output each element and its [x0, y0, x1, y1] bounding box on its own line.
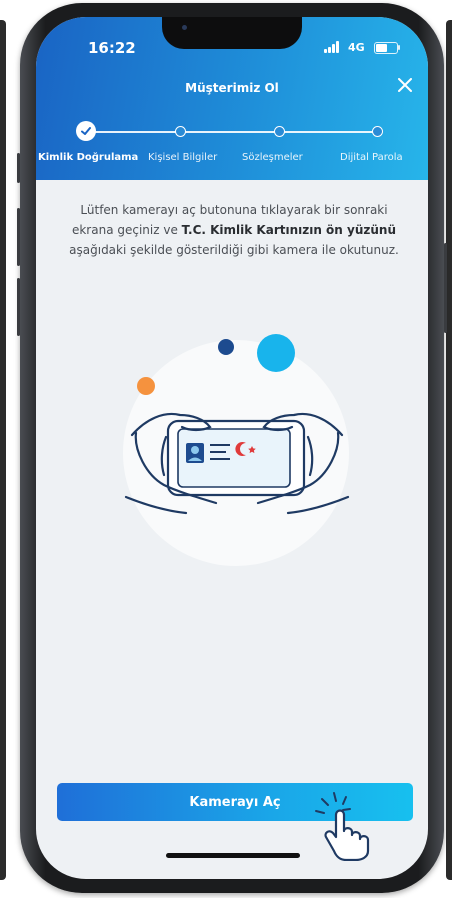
camera-id-illustration	[123, 334, 350, 566]
check-icon	[81, 127, 91, 135]
step-1-indicator	[76, 121, 96, 141]
step-label-kisisel: Kişisel Bilgiler	[148, 152, 218, 163]
power-button	[444, 243, 447, 333]
volume-down-button	[17, 278, 20, 336]
step-label-sozlesmeler: Sözleşmeler	[242, 152, 303, 163]
decor-dot-cyan	[257, 334, 295, 372]
step-3-indicator	[274, 126, 285, 137]
instruction-bold: T.C. Kimlik Kartınızın ön yüzünü	[181, 223, 397, 237]
header: 16:22 4G Müşterimiz Ol Kimlik Doğrulama …	[36, 17, 428, 180]
battery-icon	[374, 42, 398, 54]
volume-up-button	[17, 208, 20, 266]
instruction-part-2: aşağıdaki şekilde gösterildiği gibi kame…	[69, 243, 399, 257]
step-label-parola: Dijital Parola	[340, 152, 403, 163]
battery-cap	[398, 45, 400, 50]
adjacent-phone-edge-right	[446, 20, 452, 880]
status-time: 16:22	[88, 39, 136, 57]
tap-hand-icon	[315, 792, 370, 861]
network-type: 4G	[348, 41, 365, 54]
mute-switch	[17, 153, 20, 183]
home-indicator[interactable]	[166, 853, 300, 858]
instruction-text: Lütfen kamerayı aç butonuna tıklayarak b…	[58, 200, 410, 260]
phone-screen: 16:22 4G Müşterimiz Ol Kimlik Doğrulama …	[36, 17, 428, 879]
step-2-indicator	[175, 126, 186, 137]
decor-dot-navy	[218, 339, 234, 355]
stepper-line	[88, 131, 377, 133]
step-label-kimlik: Kimlik Doğrulama	[38, 152, 139, 163]
adjacent-phone-edge-left	[0, 20, 6, 880]
signal-icon	[324, 41, 342, 53]
step-4-indicator	[372, 126, 383, 137]
front-camera	[182, 25, 187, 30]
decor-dot-orange	[137, 377, 155, 395]
page-title: Müşterimiz Ol	[185, 81, 279, 95]
notch	[162, 17, 302, 49]
close-icon[interactable]	[394, 74, 416, 96]
